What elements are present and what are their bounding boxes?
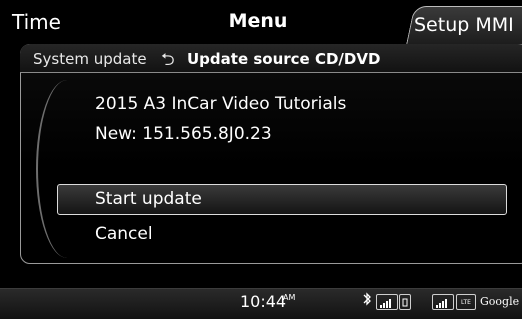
- sim-card-icon: [399, 294, 411, 310]
- scroll-arc: [36, 80, 98, 258]
- back-arrow-icon[interactable]: ⮌: [161, 47, 175, 76]
- breadcrumb-parent[interactable]: System update: [33, 50, 147, 68]
- start-update-option[interactable]: Start update: [95, 189, 202, 209]
- page-title: Update source CD/DVD: [187, 50, 381, 68]
- new-version-label: New: 151.565.8J0.23: [95, 124, 272, 144]
- lte-icon: LTE: [456, 294, 476, 310]
- clock-time: 10:44: [240, 292, 287, 311]
- bluetooth-icon: [361, 292, 373, 310]
- tab-setup-mmi[interactable]: Setup MMI: [414, 14, 514, 36]
- phone2-signal-icon: [432, 294, 454, 310]
- media-title: 2015 A3 InCar Video Tutorials: [95, 94, 347, 114]
- google-logo: Google: [480, 295, 520, 308]
- cancel-option[interactable]: Cancel: [95, 224, 153, 244]
- phone1-signal-icon: [376, 294, 398, 310]
- clock-ampm: AM: [283, 293, 296, 302]
